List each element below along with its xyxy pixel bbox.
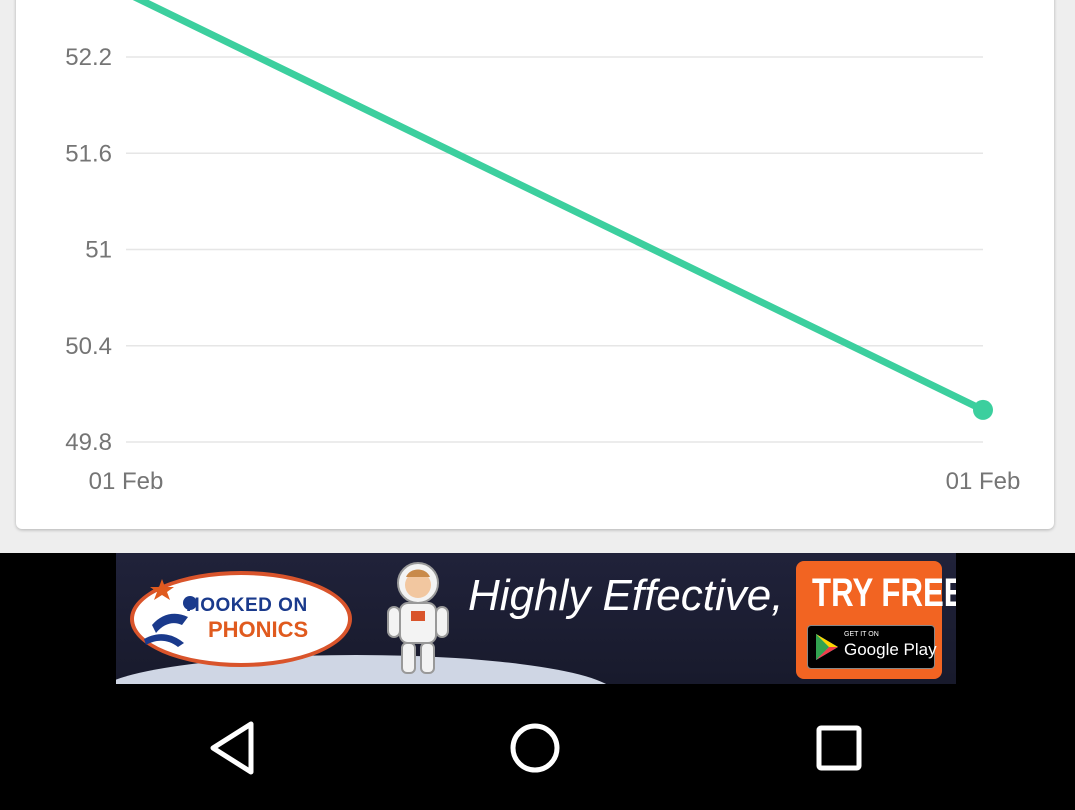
data-point[interactable] xyxy=(973,399,993,420)
x-tick-label: 01 Feb xyxy=(946,468,1021,495)
system-navigation-bar xyxy=(0,688,1075,810)
ad-banner-area: HOOKED ON PHONICS Highly Effective, TRY … xyxy=(0,553,1075,688)
get-it-on-label: GET IT ON xyxy=(844,631,879,638)
astronaut-icon xyxy=(387,562,449,674)
y-tick-label: 49.8 xyxy=(65,429,112,456)
try-free-label: TRY FREE xyxy=(812,571,956,615)
recents-square-icon[interactable] xyxy=(807,716,871,780)
google-play-badge[interactable]: GET IT ON Google Play xyxy=(807,625,937,669)
y-tick-label: 51 xyxy=(85,237,112,264)
home-circle-icon[interactable] xyxy=(503,716,567,780)
ad-tagline: Highly Effective, xyxy=(468,571,784,620)
y-tick-label: 51.6 xyxy=(65,140,112,167)
x-tick-label: 01 Feb xyxy=(89,468,164,495)
weight-chart-card: 52.2 51.6 51 50.4 49.8 01 Feb 01 Feb xyxy=(16,0,1054,529)
brand-name-line1: HOOKED ON xyxy=(186,595,308,616)
google-play-icon xyxy=(816,634,838,660)
y-tick-label: 50.4 xyxy=(65,333,112,360)
brand-name-line2: PHONICS xyxy=(208,617,309,642)
series-line xyxy=(132,0,987,414)
back-triangle-icon[interactable] xyxy=(203,716,267,780)
ad-banner[interactable]: HOOKED ON PHONICS Highly Effective, TRY … xyxy=(116,553,956,684)
try-free-button[interactable]: TRY FREE GET IT ON Google Play xyxy=(796,561,956,679)
line-chart: 52.2 51.6 51 50.4 49.8 01 Feb 01 Feb xyxy=(65,0,1021,495)
google-play-label: Google Play xyxy=(844,640,937,659)
y-tick-label: 52.2 xyxy=(65,44,112,71)
